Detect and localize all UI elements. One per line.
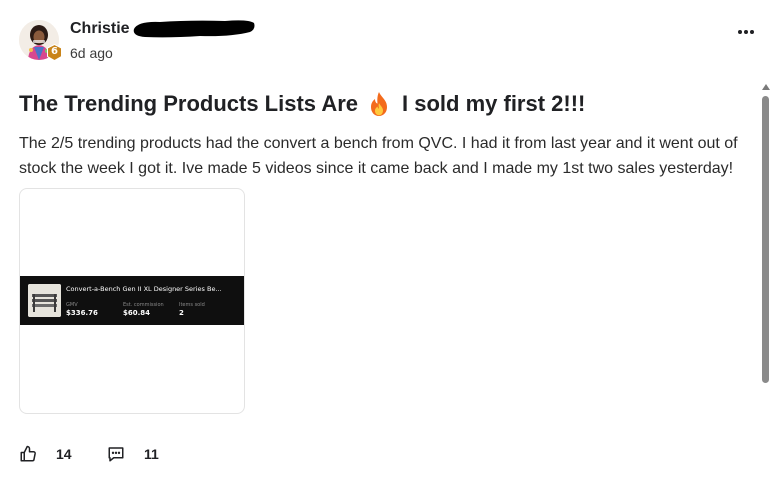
post-actions: 14 11 (19, 445, 219, 467)
more-dots-icon (738, 30, 754, 34)
vertical-scrollbar[interactable] (759, 84, 771, 478)
author-avatar[interactable]: 6 (19, 20, 62, 62)
post-title: The Trending Products Lists Are I sold m… (19, 91, 585, 117)
post-header: 6 Christie 6d ago (19, 17, 759, 63)
stat-label: Est. commission (123, 302, 164, 308)
level-number: 6 (51, 46, 58, 57)
like-button[interactable]: 14 (19, 445, 72, 463)
comment-icon (108, 447, 124, 462)
post-title-text-end: I sold my first 2!!! (402, 91, 586, 116)
scroll-up-arrow-icon[interactable] (762, 84, 770, 90)
post-body: The 2/5 trending products had the conver… (19, 135, 738, 177)
thumbs-up-icon (20, 445, 36, 462)
post-title-text-start: The Trending Products Lists Are (19, 91, 359, 116)
level-badge: 6 (47, 44, 62, 61)
product-stats-strip: Convert-a-Bench Gen II XL Designer Serie… (20, 276, 244, 325)
stat-commission: Est. commission $60.84 (123, 302, 164, 317)
stat-value: 2 (179, 309, 184, 317)
redaction-mark (130, 17, 256, 39)
stat-gmv: GMV $336.76 (66, 302, 98, 317)
stat-value: $60.84 (123, 309, 151, 317)
stat-value: $336.76 (66, 309, 98, 317)
comment-count: 11 (144, 446, 159, 462)
stat-label: GMV (66, 302, 78, 308)
product-title: Convert-a-Bench Gen II XL Designer Serie… (66, 285, 222, 293)
post-timestamp: 6d ago (70, 45, 113, 61)
fire-emoji-icon (368, 91, 390, 117)
attachment-image[interactable]: Convert-a-Bench Gen II XL Designer Serie… (19, 188, 245, 414)
scroll-thumb[interactable] (762, 96, 769, 383)
like-count: 14 (56, 446, 72, 462)
more-options-button[interactable] (735, 25, 757, 39)
product-thumbnail (28, 284, 61, 317)
comment-button[interactable]: 11 (107, 445, 159, 463)
author-name[interactable]: Christie (70, 20, 130, 38)
stat-label: Items sold (179, 302, 205, 308)
stat-items-sold: Items sold 2 (179, 302, 205, 317)
